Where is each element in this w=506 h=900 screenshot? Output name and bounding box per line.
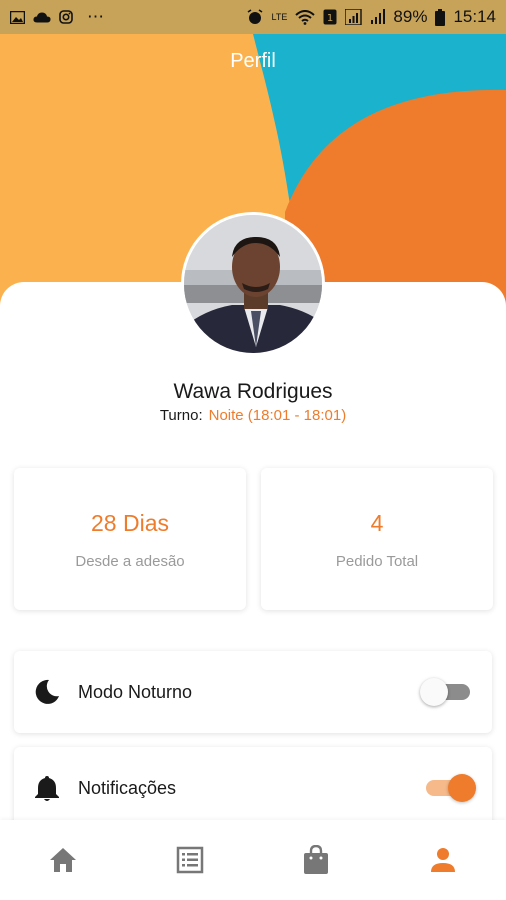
- nav-profile[interactable]: [380, 820, 506, 900]
- stat-value: 4: [370, 510, 384, 536]
- avatar[interactable]: [181, 212, 325, 356]
- wifi-icon: [295, 9, 316, 25]
- moon-icon: [32, 677, 62, 707]
- nav-orders[interactable]: [127, 820, 254, 900]
- nav-home[interactable]: [0, 820, 127, 900]
- notifications-label: Notificações: [78, 777, 177, 798]
- avatar-photo: [184, 215, 322, 353]
- toggle-thumb: [448, 774, 476, 802]
- notifications-toggle[interactable]: [422, 773, 476, 803]
- status-bar: ⋯ LTE 1 89% 15:14: [0, 0, 506, 34]
- person-icon: [430, 848, 455, 872]
- battery-icon: [435, 8, 446, 26]
- signal-icon: [345, 9, 363, 25]
- bottom-nav: [0, 820, 506, 900]
- stat-card-orders: 4 Pedido Total: [261, 468, 493, 610]
- gallery-icon: [10, 10, 25, 24]
- svg-text:1: 1: [327, 13, 333, 24]
- alarm-icon: [247, 9, 263, 24]
- shift-value: Noite (18:01 - 18:01): [208, 407, 347, 424]
- volte-icon: LTE: [271, 11, 288, 22]
- more-dots-icon: ⋯: [87, 7, 105, 26]
- dark-mode-toggle[interactable]: [420, 677, 474, 707]
- bell-icon: [32, 773, 62, 803]
- dark-mode-label: Modo Noturno: [78, 681, 193, 702]
- stat-value: 28 Dias: [91, 510, 169, 536]
- cloud-icon: [33, 12, 51, 22]
- user-name: Wawa Rodrigues: [173, 380, 333, 403]
- clock: 15:14: [453, 7, 496, 26]
- stat-card-days: 28 Dias Desde a adesão: [14, 468, 246, 610]
- battery-percent: 89%: [393, 7, 428, 26]
- home-icon: [50, 848, 77, 872]
- stat-label: Pedido Total: [335, 553, 419, 570]
- sim-icon: 1: [323, 9, 337, 25]
- notifications-row[interactable]: Notificações: [14, 747, 492, 829]
- bag-icon: [304, 845, 329, 874]
- stat-label: Desde a adesão: [75, 553, 185, 570]
- shift-info: Turno: Noite (18:01 - 18:01): [0, 407, 506, 424]
- instagram-icon: [59, 10, 73, 24]
- nav-shop[interactable]: [253, 820, 380, 900]
- toggle-thumb: [420, 678, 448, 706]
- dark-mode-row[interactable]: Modo Noturno: [14, 651, 492, 733]
- list-icon: [176, 846, 203, 874]
- signal-icon: [371, 9, 386, 24]
- page-title: Perfil: [230, 50, 276, 72]
- shift-label: Turno:: [159, 407, 203, 424]
